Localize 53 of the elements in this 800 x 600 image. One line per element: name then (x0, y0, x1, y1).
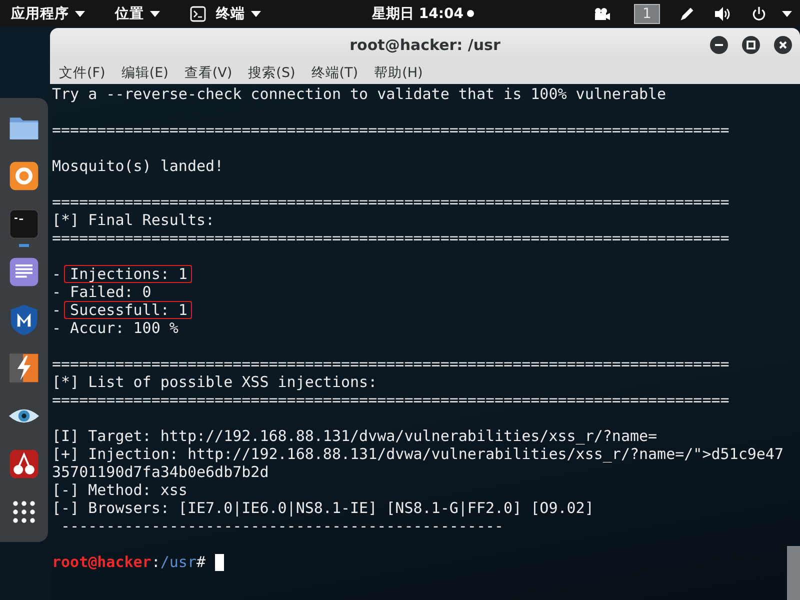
camera-icon[interactable] (592, 6, 610, 22)
bullet: - (52, 265, 62, 283)
caret-icon (150, 10, 160, 16)
scrollbar-thumb[interactable] (787, 546, 800, 600)
bullet: - (52, 319, 62, 337)
places-menu[interactable]: 位置 (115, 4, 144, 22)
lightning-icon[interactable] (7, 351, 41, 385)
prompt-path: /usr (160, 553, 196, 571)
terminal-icon (190, 6, 206, 22)
bullet: - (52, 301, 62, 319)
terminal-line: =========================================================================== (52, 229, 730, 247)
prompt-user: root@hacker (52, 553, 152, 571)
power-icon[interactable] (750, 6, 768, 22)
notification-dot-icon (467, 10, 474, 17)
prompt-separator: : (151, 553, 160, 571)
terminal-line: Mosquito(s) landed! (52, 157, 225, 175)
prompt-symbol: # (196, 553, 206, 571)
terminal-menu[interactable]: 终端 (216, 4, 245, 22)
terminal-line: =========================================================================== (52, 391, 730, 409)
terminal-line: =========================================================================== (52, 355, 730, 373)
applications-menu[interactable]: 应用程序 (11, 4, 69, 22)
terminal-line: Try a --reverse-check connection to validate that is 100% vulnerable (52, 85, 668, 103)
terminal-line: [I] Target: http://192.168.88.131/dvwa/vulnerabilities/xss_r/?name= (52, 427, 658, 445)
terminal-line: [+] Injection: http://192.168.88.131/dvwa/vulnerabilities/xss_r/?name=/">d51c9e4735701190d7fa34b0e6db7b2d (52, 445, 784, 481)
pen-icon[interactable] (678, 6, 696, 22)
clock[interactable]: 星期日 14:04 (372, 4, 464, 22)
result-line: Failed: 0 (69, 283, 152, 301)
text-cursor (214, 554, 224, 570)
text-editor-icon[interactable] (7, 255, 41, 289)
window-title: root@hacker: /usr (350, 36, 500, 54)
caret-icon (251, 10, 261, 16)
close-button[interactable] (774, 36, 792, 54)
maximize-button[interactable] (742, 36, 760, 54)
volume-icon[interactable] (714, 6, 732, 22)
menu-item[interactable]: 查看(V) (184, 64, 232, 82)
terminal-line: =========================================================================== (52, 193, 730, 211)
menu-item[interactable]: 搜索(S) (248, 64, 296, 82)
menu-item[interactable]: 编辑(E) (121, 64, 168, 82)
cherry-icon[interactable] (7, 447, 41, 481)
terminal-line: [*] Final Results: (52, 211, 216, 229)
caret-icon[interactable] (782, 10, 792, 16)
terminal-line: [-] Method: xss (52, 481, 188, 499)
caret-icon (75, 10, 85, 16)
terminal-line: ------------------------------------------------- (60, 517, 505, 535)
terminal-line: [*] List of possible XSS injections: (52, 373, 378, 391)
terminal-line: [-] Browsers: [IE7.0|IE6.0|NS8.1-IE] [NS8.1-G|FF2.0] [O9.02] (52, 499, 595, 517)
terminal-line: =========================================================================== (52, 121, 730, 139)
result-line: Accur: 100 % (69, 319, 180, 337)
menu-item[interactable]: 帮助(H) (374, 64, 423, 82)
minimize-button[interactable] (710, 36, 728, 54)
menu-item[interactable]: 终端(T) (311, 64, 358, 82)
menu-item[interactable]: 文件(F) (59, 64, 106, 82)
bullet: - (52, 283, 62, 301)
